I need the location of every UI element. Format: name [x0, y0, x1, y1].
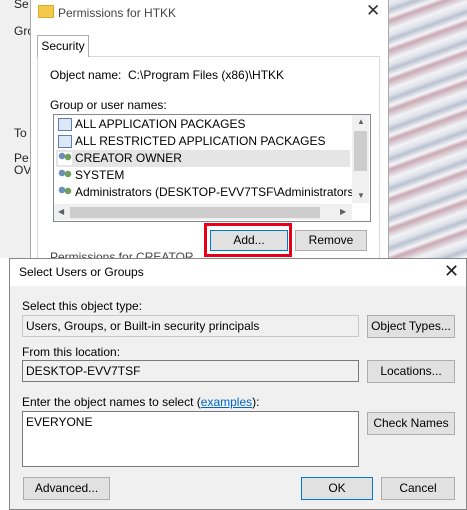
list-item[interactable]: ALL RESTRICTED APPLICATION PACKAGES	[56, 133, 350, 150]
tab-security[interactable]: Security	[37, 35, 89, 57]
background-label: Se	[14, 0, 29, 11]
folder-icon	[38, 5, 54, 18]
object-name-value: C:\Program Files (x86)\HTKK	[128, 68, 285, 82]
horizontal-scroll-thumb[interactable]	[70, 207, 320, 218]
list-item-selected[interactable]: CREATOR OWNER	[56, 150, 350, 167]
package-icon	[58, 118, 72, 131]
vertical-scroll-thumb[interactable]	[354, 131, 367, 171]
scroll-up-icon[interactable]: ▲	[357, 117, 365, 126]
list-item-label: Administrators (DESKTOP-EVV7TSF\Administ…	[75, 185, 358, 199]
examples-link[interactable]: examples	[201, 395, 252, 409]
select-users-dialog	[9, 258, 467, 510]
check-names-button[interactable]: Check Names	[367, 412, 455, 435]
object-type-field: Users, Groups, or Built-in security prin…	[22, 315, 359, 337]
label-text: ):	[252, 395, 260, 409]
object-type-label: Select this object type:	[22, 299, 143, 313]
group-list-label: Group or user names:	[50, 98, 167, 112]
advanced-button[interactable]: Advanced...	[23, 477, 110, 500]
list-item-label: SYSTEM	[75, 168, 125, 182]
package-icon	[58, 135, 72, 148]
highlight-box	[204, 223, 292, 257]
users-icon	[58, 186, 72, 199]
list-item-label: CREATOR OWNER	[75, 151, 182, 165]
list-item[interactable]: Administrators (DESKTOP-EVV7TSF\Administ…	[56, 184, 358, 201]
users-icon	[58, 169, 72, 182]
object-name-label: Object name:	[50, 68, 122, 82]
close-icon[interactable]: ✕	[444, 261, 459, 282]
background-label: OV	[14, 163, 32, 177]
label-text: Enter the object names to select (	[22, 395, 201, 409]
dialog-title: Permissions for HTKK	[58, 6, 177, 20]
scroll-down-icon[interactable]: ▼	[357, 191, 365, 200]
object-types-button[interactable]: Object Types...	[367, 315, 455, 338]
object-names-input[interactable]: EVERYONE	[22, 411, 359, 467]
object-names-label: Enter the object names to select (exampl…	[22, 395, 259, 409]
desktop-wallpaper	[388, 0, 467, 258]
list-item[interactable]: SYSTEM	[56, 167, 350, 184]
location-field: DESKTOP-EVV7TSF	[22, 360, 359, 382]
list-item[interactable]: ALL APPLICATION PACKAGES	[56, 116, 350, 133]
list-item-label: ALL RESTRICTED APPLICATION PACKAGES	[75, 134, 326, 148]
dialog-title: Select Users or Groups	[19, 265, 144, 279]
list-item-label: ALL APPLICATION PACKAGES	[75, 117, 246, 131]
cancel-button[interactable]: Cancel	[381, 477, 455, 500]
location-label: From this location:	[22, 345, 121, 359]
background-label: To	[14, 126, 27, 140]
scroll-left-icon[interactable]: ◀	[58, 207, 64, 216]
scroll-right-icon[interactable]: ▶	[340, 207, 346, 216]
close-icon[interactable]: ✕	[366, 1, 380, 21]
ok-button[interactable]: OK	[301, 477, 373, 500]
users-icon	[58, 152, 72, 165]
locations-button[interactable]: Locations...	[367, 360, 455, 383]
remove-button[interactable]: Remove	[295, 230, 367, 251]
